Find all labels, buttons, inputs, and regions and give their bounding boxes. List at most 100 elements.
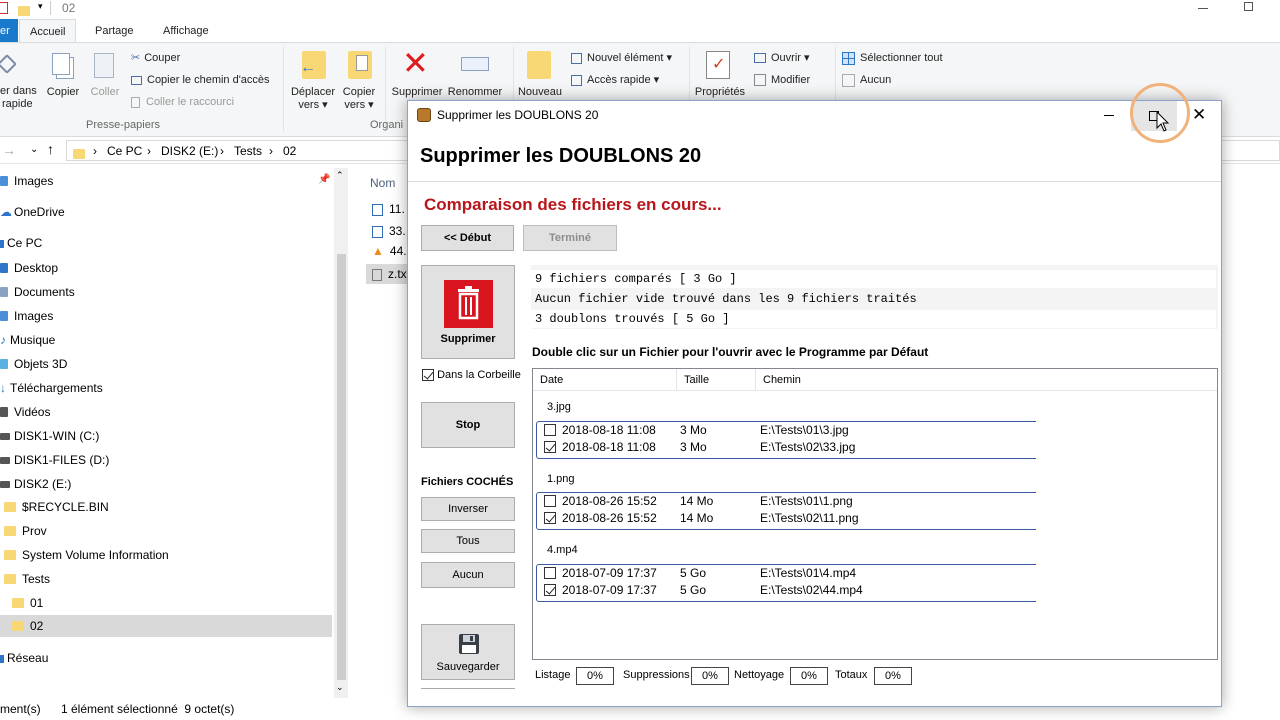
breadcrumb-item-tests[interactable]: Tests: [234, 144, 262, 158]
minimize-icon[interactable]: [1198, 8, 1208, 9]
tree-item[interactable]: ☁ OneDrive: [0, 201, 65, 223]
scroll-up-icon[interactable]: ⌃: [336, 170, 344, 181]
column-header-date[interactable]: Date: [540, 374, 563, 386]
row-checkbox[interactable]: [544, 495, 556, 507]
column-header-size[interactable]: Taille: [684, 374, 709, 386]
tab-home[interactable]: Accueil: [19, 19, 77, 44]
paste-button[interactable]: Coller: [86, 86, 124, 99]
save-button[interactable]: Sauvegarder: [421, 624, 515, 680]
select-none-checked-button[interactable]: Aucun: [421, 562, 515, 588]
recent-dropdown-icon[interactable]: ⌄: [30, 144, 38, 155]
up-arrow-icon[interactable]: ↑: [47, 141, 54, 157]
back-arrow-icon[interactable]: →: [2, 142, 16, 158]
scroll-down-icon[interactable]: ⌄: [336, 682, 344, 693]
breadcrumb-item-02[interactable]: 02: [283, 144, 296, 158]
folder-icon: [73, 148, 85, 159]
breadcrumb-separator: ›: [269, 144, 273, 158]
tree-item[interactable]: Tests: [4, 568, 50, 590]
tree-item[interactable]: Ce PC: [0, 232, 42, 254]
copy-to-icon: [348, 51, 372, 79]
easy-access-button[interactable]: Accès rapide ▾: [571, 73, 659, 87]
tree-item[interactable]: Documents: [0, 281, 75, 303]
select-none-button[interactable]: Aucun: [842, 73, 891, 87]
paste-shortcut-button[interactable]: Coller le raccourci: [131, 95, 234, 109]
tab-view[interactable]: Affichage: [153, 19, 219, 43]
tree-item[interactable]: $RECYCLE.BIN: [4, 496, 109, 518]
drive-icon: [0, 457, 10, 465]
easy-access-label: Accès rapide: [587, 74, 651, 86]
rename-button[interactable]: Renommer: [444, 86, 506, 99]
copy-to-button[interactable]: Copier vers ▾: [336, 86, 382, 112]
tree-item[interactable]: Réseau: [0, 647, 48, 669]
doublons-dialog: Supprimer les DOUBLONS 20 ✕ Supprimer le…: [407, 83, 1222, 707]
file-item-label: 11.: [389, 202, 405, 216]
invert-button[interactable]: Inverser: [421, 497, 515, 521]
move-to-label: Déplacer: [290, 86, 336, 98]
minimize-icon[interactable]: [1104, 115, 1114, 116]
tree-item-label: System Volume Information: [22, 548, 169, 562]
edit-button[interactable]: Modifier: [754, 73, 810, 87]
tree-item-selected[interactable]: 02: [0, 615, 332, 637]
new-folder-button[interactable]: Nouveau: [514, 86, 566, 99]
file-list: Nom 11. 33. ▲ 44. z.tx: [360, 168, 410, 288]
tab-file[interactable]: er: [0, 19, 18, 43]
row-checkbox-checked[interactable]: [544, 584, 556, 596]
progress-label-totals: Totaux: [835, 669, 868, 681]
recycle-bin-checkbox[interactable]: Dans la Corbeille: [422, 369, 521, 382]
tree-item[interactable]: DISK1-FILES (D:): [0, 449, 109, 471]
file-item[interactable]: 33.: [372, 224, 406, 238]
copy-path-button[interactable]: Copier le chemin d'accès: [131, 73, 270, 87]
done-button[interactable]: Terminé: [523, 225, 617, 251]
file-item-selected[interactable]: z.tx: [366, 264, 410, 284]
row-checkbox-checked[interactable]: [544, 441, 556, 453]
row-checkbox-checked[interactable]: [544, 512, 556, 524]
network-icon: [0, 654, 4, 663]
breadcrumb-item-this-pc[interactable]: Ce PC: [107, 144, 142, 158]
file-item[interactable]: 11.: [372, 202, 405, 216]
tree-item[interactable]: ↓ Téléchargements: [0, 377, 103, 399]
ribbon-delete-button[interactable]: Supprimer: [388, 86, 446, 99]
tree-item[interactable]: ♪ Musique: [0, 329, 55, 351]
status-selection: 1 élément sélectionné 9 octet(s): [61, 702, 235, 716]
cut-button[interactable]: ✂ Couper: [131, 51, 180, 65]
close-icon[interactable]: ✕: [1192, 105, 1206, 125]
breadcrumb-separator: ›: [93, 144, 97, 158]
row-checkbox[interactable]: [544, 567, 556, 579]
pin-icon[interactable]: 📌: [318, 174, 330, 185]
pin-quick-access-button[interactable]: er dans rapide: [0, 85, 42, 111]
copy-button[interactable]: Copier: [44, 86, 82, 99]
tree-item[interactable]: Images: [0, 305, 53, 327]
move-to-button[interactable]: Déplacer vers ▾: [288, 86, 338, 112]
column-header-path[interactable]: Chemin: [763, 374, 801, 386]
open-button[interactable]: Ouvrir ▾: [754, 51, 810, 65]
tree-item[interactable]: Desktop: [0, 257, 58, 279]
properties-button[interactable]: Propriétés: [692, 86, 748, 99]
file-item[interactable]: ▲ 44.: [372, 244, 407, 258]
tree-item[interactable]: DISK1-WIN (C:): [0, 425, 99, 447]
tree-item[interactable]: Vidéos: [0, 401, 50, 423]
quick-access-dropdown-icon[interactable]: ▾: [38, 1, 43, 12]
restore-icon[interactable]: [1244, 2, 1253, 11]
start-button[interactable]: << Début: [421, 225, 514, 251]
breadcrumb-item-disk2[interactable]: DISK2 (E:): [161, 144, 218, 158]
select-all-button[interactable]: Sélectionner tout: [842, 51, 943, 65]
tree-item[interactable]: 01: [12, 592, 43, 614]
checkbox-checked-icon[interactable]: [422, 369, 434, 382]
row-checkbox[interactable]: [544, 424, 556, 436]
duplicates-list[interactable]: Date Taille Chemin 3.jpg 2018-08-18 11:0…: [532, 368, 1218, 660]
select-all-checked-button[interactable]: Tous: [421, 529, 515, 553]
tree-item[interactable]: System Volume Information: [4, 544, 169, 566]
tree-item[interactable]: DISK2 (E:): [0, 473, 71, 495]
copy-path-icon: [131, 75, 142, 85]
scrollbar-thumb[interactable]: [337, 254, 346, 680]
stop-button[interactable]: Stop: [421, 402, 515, 448]
column-header-name[interactable]: Nom: [370, 176, 395, 190]
tree-item-label: Objets 3D: [14, 357, 68, 371]
delete-button[interactable]: Supprimer: [421, 265, 515, 359]
new-item-button[interactable]: Nouvel élément ▾: [571, 51, 672, 65]
tab-share[interactable]: Partage: [85, 19, 144, 43]
tree-item[interactable]: Objets 3D: [0, 353, 67, 375]
tree-item[interactable]: Prov: [4, 520, 47, 542]
tree-item[interactable]: Images: [0, 170, 53, 192]
dialog-titlebar: Supprimer les DOUBLONS 20 ✕: [408, 83, 1221, 143]
